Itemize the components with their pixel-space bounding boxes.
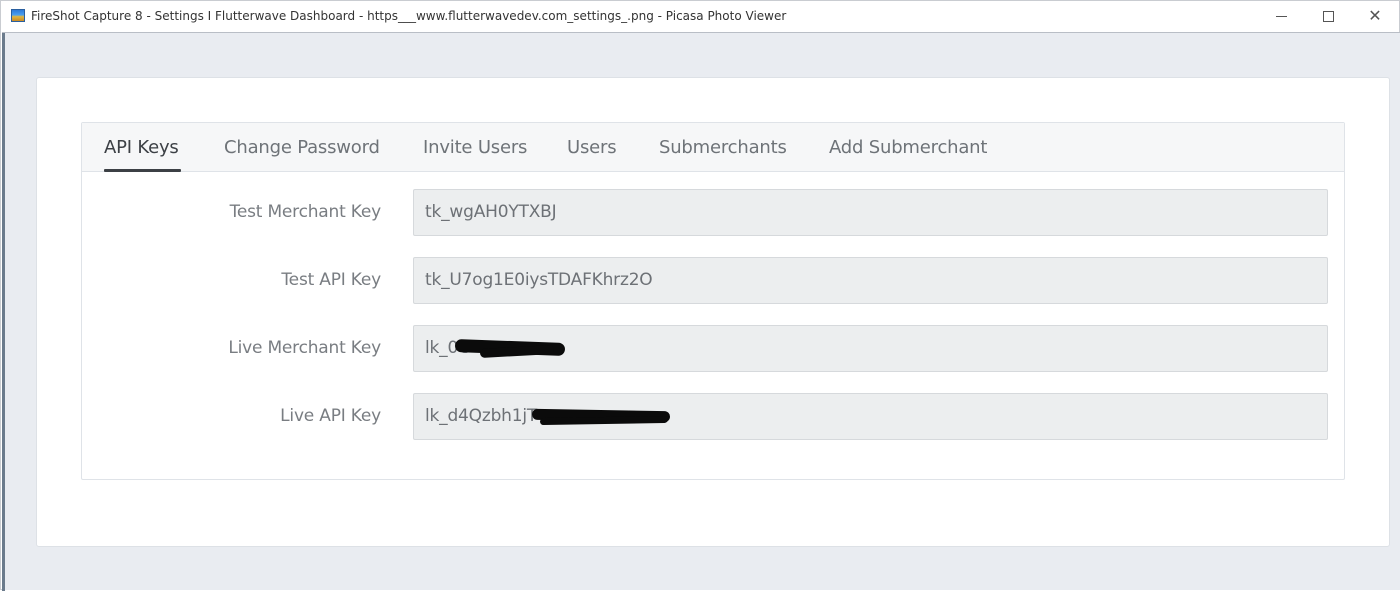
settings-card: API Keys Change Password Invite Users Us… — [36, 77, 1390, 547]
minimize-icon — [1275, 15, 1287, 17]
test-api-key-label: Test API Key — [281, 270, 381, 290]
window-title: FireShot Capture 8 - Settings I Flutterw… — [31, 9, 787, 23]
tab-add-submerchant[interactable]: Add Submerchant — [829, 137, 987, 158]
tab-invite-users[interactable]: Invite Users — [423, 137, 527, 158]
redaction-mark — [539, 415, 669, 426]
image-viewer-area: API Keys Change Password Invite Users Us… — [2, 32, 1400, 591]
picasa-photo-viewer-window: FireShot Capture 8 - Settings I Flutterw… — [0, 0, 1400, 591]
left-edge-strip — [2, 33, 5, 591]
close-icon: ✕ — [1368, 6, 1382, 25]
api-keys-panel: API Keys Change Password Invite Users Us… — [81, 122, 1345, 480]
test-merchant-key-value: tk_wgAH0YTXBJ — [425, 202, 557, 222]
live-api-key-label: Live API Key — [280, 406, 381, 426]
active-tab-indicator — [104, 169, 181, 172]
tab-change-password[interactable]: Change Password — [224, 137, 380, 158]
tab-api-keys[interactable]: API Keys — [104, 137, 179, 158]
title-bar[interactable]: FireShot Capture 8 - Settings I Flutterw… — [1, 1, 1399, 31]
picasa-photo-viewer-icon — [11, 9, 25, 22]
live-merchant-key-label: Live Merchant Key — [228, 338, 381, 358]
test-api-key-field[interactable]: tk_U7og1E0iysTDAFKhrz2O — [413, 257, 1328, 304]
test-api-key-value: tk_U7og1E0iysTDAFKhrz2O — [425, 270, 653, 290]
minimize-button[interactable] — [1258, 1, 1304, 31]
live-merchant-key-field[interactable]: lk_0C — [413, 325, 1328, 372]
live-api-key-field[interactable]: lk_d4Qzbh1jT — [413, 393, 1328, 440]
test-merchant-key-field[interactable]: tk_wgAH0YTXBJ — [413, 189, 1328, 236]
maximize-icon — [1322, 10, 1334, 22]
tab-submerchants[interactable]: Submerchants — [659, 137, 787, 158]
close-button[interactable]: ✕ — [1352, 1, 1398, 31]
tab-users[interactable]: Users — [567, 137, 617, 158]
test-merchant-key-label: Test Merchant Key — [229, 202, 382, 222]
maximize-button[interactable] — [1305, 1, 1351, 31]
live-api-key-value: lk_d4Qzbh1jT — [425, 406, 538, 426]
settings-tab-bar: API Keys Change Password Invite Users Us… — [82, 123, 1344, 172]
